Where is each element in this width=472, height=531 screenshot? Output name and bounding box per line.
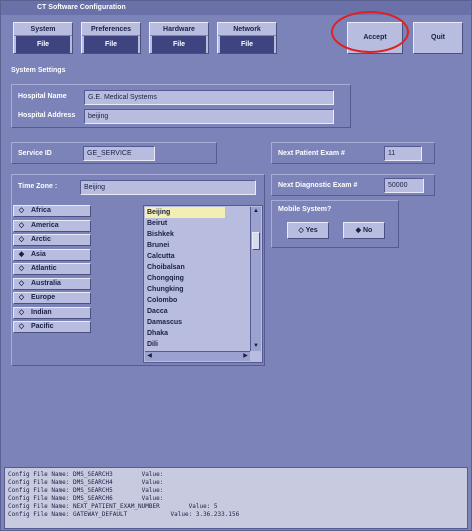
no-radio-diamond-icon: ◆ [355,227,362,234]
city-listbox[interactable]: Beijing Beirut Bishkek Brunei Calcutta Choiba… [143,205,263,363]
city-list-item[interactable]: Dacca [145,306,251,317]
hardware-file-label: File [152,36,206,53]
city-list-item[interactable]: Bishkek [145,229,251,240]
next-patient-exam-label: Next Patient Exam # [278,150,345,157]
region-label: Africa [31,207,51,214]
service-id-field[interactable]: GE_SERVICE [83,146,155,161]
vertical-scroll-thumb[interactable] [252,232,260,250]
next-patient-exam-field[interactable]: 11 [384,146,422,161]
region-label: Pacific [31,323,54,330]
time-zone-label: Time Zone : [18,183,58,190]
radio-diamond-icon: ◇ [18,265,25,272]
preferences-file-label: File [84,36,138,53]
scroll-right-arrow-icon[interactable]: ▶ [241,352,250,361]
city-list-item[interactable]: Colombo [145,295,251,306]
hospital-address-label: Hospital Address [18,112,76,119]
city-list-item[interactable]: Damascus [145,317,251,328]
city-list-item[interactable]: Calcutta [145,251,251,262]
city-list-item[interactable]: Choibalsan [145,262,251,273]
next-diagnostic-exam-group: Next Diagnostic Exam # 50000 [271,174,435,196]
region-label: America [31,221,59,229]
region-radio-atlantic[interactable]: ◇ Atlantic [13,263,91,275]
mobile-system-label: Mobile System? [278,206,332,213]
radio-diamond-icon: ◇ [18,323,25,330]
next-diagnostic-exam-field[interactable]: 50000 [384,178,424,193]
radio-diamond-icon: ◆ [18,250,25,258]
console-line: Config File Name: GATEWAY_DEFAULT Value:… [8,511,240,518]
region-radio-africa[interactable]: ◇ Africa [13,205,91,217]
network-button-label: Network [218,23,276,36]
region-radio-australia[interactable]: ◇ Australia [13,277,91,290]
service-id-label: Service ID [18,150,52,157]
preferences-button-label: Preferences [82,23,140,36]
mobile-yes-button[interactable]: ◇ Yes [287,222,329,239]
region-label: Europe [31,294,56,301]
region-radio-indian[interactable]: ◇ Indian [13,306,91,319]
region-label: Arctic [31,236,51,243]
vertical-scrollbar[interactable]: ▲ ▼ [250,207,261,351]
region-label: Asia [31,250,46,258]
radio-diamond-icon: ◇ [18,221,25,229]
region-radio-arctic[interactable]: ◇ Arctic [13,234,91,246]
region-radio-asia[interactable]: ◆ Asia [13,248,91,261]
city-list-item[interactable]: Brunei [145,240,251,251]
city-list-item[interactable]: Chongqing [145,273,251,284]
radio-diamond-icon: ◇ [18,207,25,214]
horizontal-scrollbar[interactable]: ◀ ▶ [145,351,250,361]
hospital-address-field[interactable]: beijing [84,109,334,124]
menu-bar: System File Preferences File Hardware Fi… [5,18,467,58]
preferences-file-button[interactable]: Preferences File [81,22,141,54]
city-list-item[interactable]: Dhaka [145,328,251,339]
yes-radio-diamond-icon: ◇ [298,227,304,234]
accept-button[interactable]: Accept [347,22,403,54]
next-patient-exam-group: Next Patient Exam # 11 [271,142,435,164]
mobile-no-button[interactable]: ◆ No [343,222,385,239]
window-title: CT Software Configuration [1,1,471,15]
hospital-name-label: Hospital Name [18,93,67,100]
radio-diamond-icon: ◇ [18,236,25,243]
scroll-up-arrow-icon[interactable]: ▲ [251,207,261,216]
config-window: CT Software Configuration System File Pr… [0,0,472,531]
hospital-group: Hospital Name G.E. Medical Systems Hospi… [11,84,351,128]
city-list-item[interactable]: Beirut [145,218,251,229]
scroll-down-arrow-icon[interactable]: ▼ [251,342,261,351]
console-output: Config File Name: DMS_SEARCH3 Value: Conf… [4,467,468,529]
console-line: Config File Name: DMS_SEARCH6 Value: [8,495,164,502]
console-line: Config File Name: DMS_SEARCH4 Value: [8,479,164,486]
hospital-name-field[interactable]: G.E. Medical Systems [84,90,334,105]
region-label: Atlantic [31,265,57,272]
no-label: No [363,227,373,234]
region-radio-pacific[interactable]: ◇ Pacific [13,321,91,333]
city-list-item[interactable]: Chungking [145,284,251,295]
next-diagnostic-exam-label: Next Diagnostic Exam # [278,182,358,189]
quit-button[interactable]: Quit [413,22,463,54]
city-list-item[interactable]: Dili [145,339,251,349]
scroll-left-arrow-icon[interactable]: ◀ [145,352,154,361]
region-label: Australia [31,279,61,287]
console-line: Config File Name: DMS_SEARCH3 Value: [8,471,164,478]
radio-diamond-icon: ◇ [18,294,25,301]
region-radio-america[interactable]: ◇ America [13,219,91,232]
network-file-button[interactable]: Network File [217,22,277,54]
radio-diamond-icon: ◇ [18,279,25,287]
hardware-button-label: Hardware [150,23,208,36]
yes-label: Yes [305,227,318,234]
network-file-label: File [220,36,274,53]
city-list-item[interactable]: Beijing [145,207,225,218]
console-line: Config File Name: NEXT_PATIENT_EXAM_NUMB… [8,503,218,510]
system-button-label: System [14,23,72,36]
console-line: Config File Name: DMS_SEARCH5 Value: [8,487,164,494]
radio-diamond-icon: ◇ [18,308,25,316]
section-title: System Settings [11,67,66,74]
system-file-label: File [16,36,70,53]
hardware-file-button[interactable]: Hardware File [149,22,209,54]
city-list-items: Beijing Beirut Bishkek Brunei Calcutta Choiba… [145,207,251,349]
region-radio-europe[interactable]: ◇ Europe [13,292,91,304]
system-file-button[interactable]: System File [13,22,73,54]
service-id-group: Service ID GE_SERVICE [11,142,217,164]
region-label: Indian [31,308,52,316]
time-zone-field[interactable]: Beijing [80,180,256,195]
